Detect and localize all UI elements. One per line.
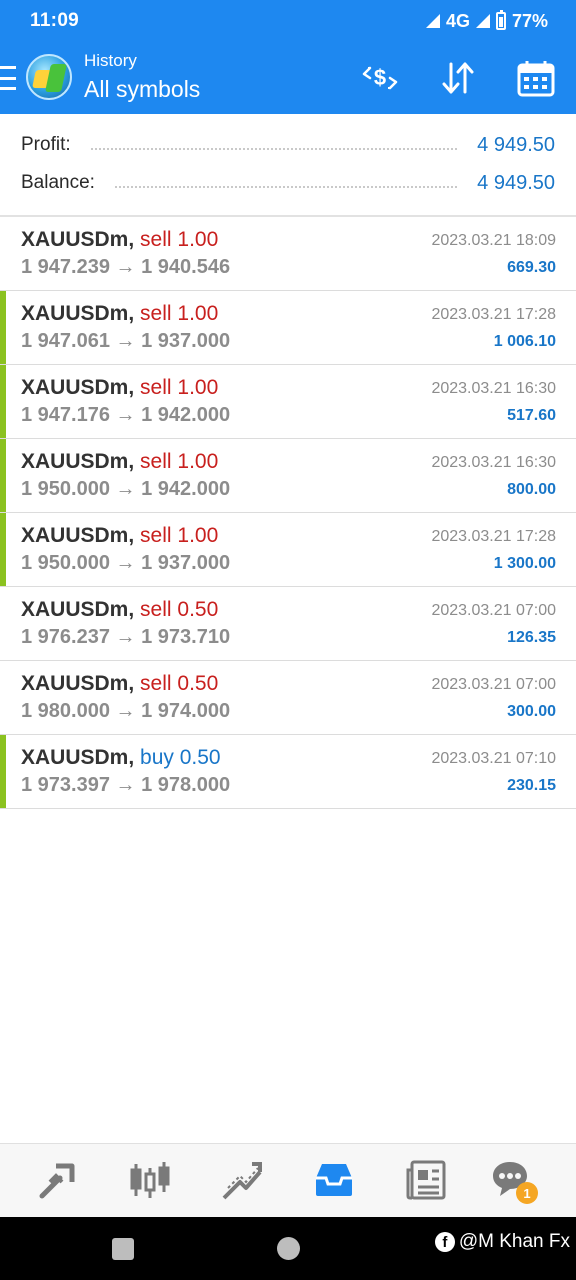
balance-row: Balance: 4 949.50	[21, 168, 555, 198]
trade-type: sell 0.50	[140, 672, 219, 695]
trade-type: sell 1.00	[140, 302, 219, 325]
trade-profit: 126.35	[507, 629, 556, 646]
dotted-leader	[114, 186, 458, 188]
home-button[interactable]	[277, 1237, 300, 1260]
trade-type: sell 1.00	[140, 228, 219, 251]
balance-label: Balance:	[21, 172, 95, 193]
dotted-leader	[90, 148, 458, 150]
trade-prices: 1 947.239 → 1 940.546	[21, 256, 231, 278]
trade-time: 2023.03.21 07:00	[431, 602, 556, 619]
svg-text:$: $	[374, 65, 386, 90]
trade-type: sell 0.50	[140, 598, 219, 621]
menu-icon[interactable]	[0, 66, 16, 90]
calendar-icon[interactable]	[516, 58, 556, 98]
recents-button[interactable]	[112, 1238, 134, 1260]
trade-prices: 1 947.176 → 1 942.000	[21, 404, 231, 426]
trade-profit: 1 300.00	[493, 555, 556, 572]
trade-profit: 300.00	[507, 703, 556, 720]
history-icon[interactable]	[312, 1158, 356, 1202]
trade-type: sell 1.00	[140, 376, 219, 399]
profit-row: Profit: 4 949.50	[21, 130, 555, 160]
signal-icon	[425, 14, 440, 28]
trade-symbol-line: XAUUSDm, sell 1.00	[21, 524, 219, 547]
quotes-icon[interactable]	[36, 1158, 80, 1202]
chart-icon[interactable]	[128, 1158, 172, 1202]
balance-value: 4 949.50	[477, 171, 555, 194]
trade-row[interactable]: XAUUSDm, sell 1.00 1 950.000 → 1 942.000…	[0, 439, 576, 513]
trade-symbol-line: XAUUSDm, sell 1.00	[21, 376, 219, 399]
chat-button[interactable]: 1	[490, 1158, 538, 1204]
trade-profit: 800.00	[507, 481, 556, 498]
trade-time: 2023.03.21 16:30	[431, 380, 556, 397]
sort-icon[interactable]	[438, 58, 478, 98]
trade-symbol-line: XAUUSDm, sell 0.50	[21, 598, 219, 621]
trade-prices: 1 947.061 → 1 937.000	[21, 330, 231, 352]
trade-row[interactable]: XAUUSDm, buy 0.50 1 973.397 → 1 978.000 …	[0, 735, 576, 809]
trade-time: 2023.03.21 07:10	[431, 750, 556, 767]
profit-label: Profit:	[21, 134, 71, 155]
trade-row[interactable]: XAUUSDm, sell 1.00 1 947.176 → 1 942.000…	[0, 365, 576, 439]
trade-time: 2023.03.21 17:28	[431, 528, 556, 545]
trade-profit: 230.15	[507, 777, 556, 794]
trade-time: 2023.03.21 18:09	[431, 232, 556, 249]
battery-label: 77%	[511, 10, 548, 31]
facebook-icon: f	[434, 1232, 455, 1252]
trade-prices: 1 950.000 → 1 942.000	[21, 478, 231, 500]
watermark-text: @M Khan Fx	[458, 1231, 570, 1252]
trade-row[interactable]: XAUUSDm, sell 1.00 1 950.000 → 1 937.000…	[0, 513, 576, 587]
currency-exchange-icon[interactable]: $	[360, 58, 400, 98]
trade-icon[interactable]	[220, 1158, 264, 1202]
trade-prices: 1 950.000 → 1 937.000	[21, 552, 231, 574]
network-label: 4G	[445, 10, 470, 31]
system-nav-bar: f @M Khan Fx	[0, 1217, 576, 1280]
trade-type: sell 1.00	[140, 524, 219, 547]
trade-row[interactable]: XAUUSDm, sell 1.00 1 947.239 → 1 940.546…	[0, 217, 576, 291]
trade-time: 2023.03.21 07:00	[431, 676, 556, 693]
top-bar: 11:09 4G 77% History All symbols $	[0, 0, 576, 114]
trade-symbol-line: XAUUSDm, sell 1.00	[21, 302, 219, 325]
status-time: 11:09	[30, 10, 80, 31]
trade-type: sell 1.00	[140, 450, 219, 473]
page-title: All symbols	[84, 76, 201, 102]
title-block[interactable]: History All symbols	[84, 50, 200, 104]
page-subtitle: History	[84, 51, 137, 70]
trade-prices: 1 973.397 → 1 978.000	[21, 774, 231, 796]
status-right: 4G 77%	[425, 10, 548, 32]
bottom-nav: 1	[0, 1143, 576, 1217]
trade-row[interactable]: XAUUSDm, sell 1.00 1 947.061 → 1 937.000…	[0, 291, 576, 365]
profit-value: 4 949.50	[477, 133, 555, 156]
battery-icon	[495, 10, 506, 30]
trade-prices: 1 980.000 → 1 974.000	[21, 700, 231, 722]
news-icon[interactable]	[404, 1158, 448, 1202]
trade-time: 2023.03.21 17:28	[431, 306, 556, 323]
trade-list: XAUUSDm, sell 1.00 1 947.239 → 1 940.546…	[0, 217, 576, 809]
watermark: f @M Khan Fx	[434, 1231, 570, 1253]
trade-symbol-line: XAUUSDm, buy 0.50	[21, 746, 221, 769]
summary-panel: Profit: 4 949.50 Balance: 4 949.50	[0, 114, 576, 216]
chat-badge: 1	[516, 1182, 538, 1204]
trade-type: buy 0.50	[140, 746, 221, 769]
trade-profit: 1 006.10	[493, 333, 556, 350]
trade-row[interactable]: XAUUSDm, sell 0.50 1 976.237 → 1 973.710…	[0, 587, 576, 661]
trade-row[interactable]: XAUUSDm, sell 0.50 1 980.000 → 1 974.000…	[0, 661, 576, 735]
trade-time: 2023.03.21 16:30	[431, 454, 556, 471]
metatrader-logo-icon	[26, 54, 72, 100]
trade-profit: 517.60	[507, 407, 556, 424]
trade-symbol-line: XAUUSDm, sell 0.50	[21, 672, 219, 695]
trade-profit: 669.30	[507, 259, 556, 276]
app-bar: History All symbols $	[0, 44, 576, 114]
signal-icon	[475, 14, 490, 28]
trade-symbol-line: XAUUSDm, sell 1.00	[21, 228, 219, 251]
trade-symbol-line: XAUUSDm, sell 1.00	[21, 450, 219, 473]
status-bar: 11:09 4G 77%	[0, 0, 576, 44]
trade-prices: 1 976.237 → 1 973.710	[21, 626, 231, 648]
